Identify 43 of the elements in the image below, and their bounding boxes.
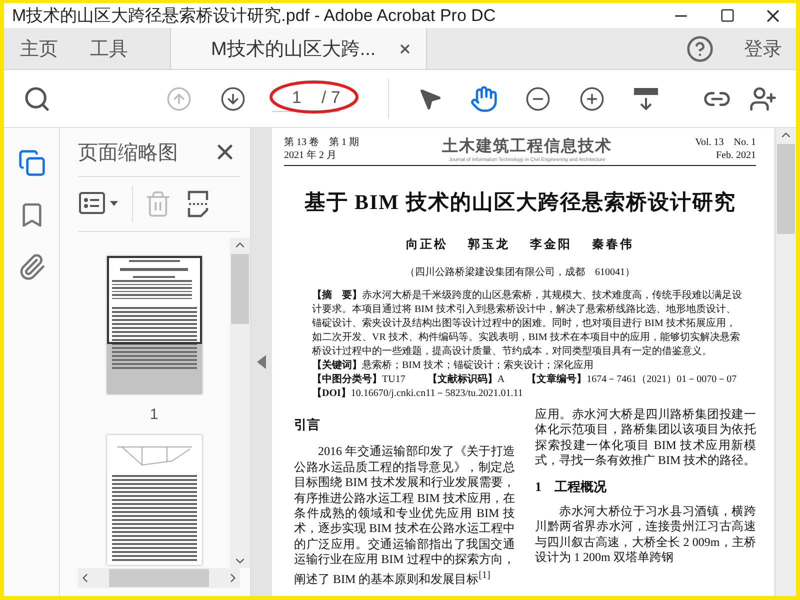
document-tab[interactable]: M技术的山区大跨... — [170, 28, 427, 69]
window-title: M技术的山区大跨径悬索桥设计研究.pdf - Adobe Acrobat Pro DC — [11, 5, 497, 27]
section-heading: 引言 — [294, 417, 321, 432]
page-number: 1 — [150, 406, 158, 423]
journal-issue: 第 13 卷 第 1 期 — [284, 136, 359, 149]
journal-issue: Vol. 13 No. 1 — [695, 136, 756, 149]
left-triangle-icon — [257, 355, 266, 369]
scrollbar[interactable] — [78, 568, 240, 588]
author-name: 郭玉龙 — [468, 236, 510, 253]
close-icon[interactable] — [398, 42, 412, 56]
scrollbar-thumb[interactable] — [109, 569, 209, 587]
viewport-frame[interactable] — [106, 256, 202, 344]
body-paragraph: 2016 年交通运输部印发了《关于打造公路水运品质工程的指导意见》，制定总目标围绕 BIM 技术发展和行业发展需要，有序推进公路水运工程 BIM 技术应用，在条件成熟的领域和专业优先应用 BIM 技术，逐步实现 BIM 技术在公路水运工程中的广泛应用。交通运输部指出了我国交通运输行业在应用 BIM 过程中的探索方向，阐述了 BIM 的基本原则和发展目标$^{[1]}$ — [294, 444, 515, 588]
affiliation: （四川公路桥梁建设集团有限公司，成都 610041） — [404, 266, 636, 279]
nav-tab[interactable]: 主页 — [4, 28, 74, 69]
abstract: 【摘 要】赤水河大桥是千米级跨度的山区悬索桥，其规模大、技术难度高，传统手段难以满足设计要求。本项目通过将 BIM 技术引入到悬索桥设计中，解决了悬索桥线路比选、地形地质设计、锚碇设计、索夹设计及结构出图等设计过程中的困难。同时，也对项目进行 BIM 技术拓展应用，如二次开发、VR 技术、构件编码等。实践表明，BIM 技术在本项目中的应用，能够切实解决悬索桥设计过程中的一些难题，提高设计质量、节约成本，对同类型项目具有一定的借鉴意义。 — [312, 289, 742, 359]
doi: 【DOI】10.16670/j.cnki.cn11－5823/tu.2021.01.11 — [312, 387, 524, 401]
keywords: 【关键词】悬索桥；BIM 技术；锚碇设计；索夹设计；深化应用 — [312, 359, 594, 373]
pages-icon[interactable] — [16, 148, 46, 178]
author-name: 秦春伟 — [592, 236, 634, 253]
scrollbar[interactable] — [230, 238, 250, 568]
scrollbar[interactable] — [776, 128, 796, 596]
classification-code: 【文献标识码】A — [427, 373, 505, 387]
journal-issue: 2021 年 2 月 — [284, 149, 336, 162]
page-thumbnail[interactable] — [106, 256, 202, 394]
hand-tool-icon[interactable] — [469, 84, 499, 114]
nav-tab[interactable]: 工具 — [74, 28, 144, 69]
collapse-panel-handle[interactable] — [250, 128, 272, 596]
page-thumbnail[interactable] — [106, 435, 202, 565]
journal-title: 土木建筑工程信息技术 — [442, 136, 612, 157]
classification-code: 【中图分类号】TU17 — [312, 373, 406, 387]
author-name: 向正松 — [406, 236, 448, 253]
journal-issue: Feb. 2021 — [716, 149, 756, 162]
section-heading: 1 工程概况 — [535, 478, 608, 494]
article-title: 基于 BIM 技术的山区大跨径悬索桥设计研究 — [303, 189, 737, 216]
scrollbar-thumb[interactable] — [777, 144, 795, 234]
sign-in-link[interactable]: 登录 — [714, 28, 796, 69]
classification-code: 【文章编号】1674－7461（2021）01－0070－07 — [526, 373, 737, 387]
panel-title: 页面缩略图 — [78, 140, 178, 166]
author-name: 李金阳 — [530, 236, 572, 253]
body-paragraph: 应用。赤水河大桥是四川路桥集团投建一体化示范项目，路桥集团以该项目为依托探索投建一体化项目 BIM 技术应用新模式，寻找一条有效推广 BIM 技术的路径。 — [535, 407, 756, 469]
scrollbar-thumb[interactable] — [231, 254, 249, 324]
body-paragraph: 赤水河大桥位于习水县习酒镇，横跨川黔两省界赤水河，连接贵州江习古高速与四川叙古高速，大桥全长 2 009m，主桥设计为 1 200m 双塔单跨钢 — [535, 504, 756, 566]
